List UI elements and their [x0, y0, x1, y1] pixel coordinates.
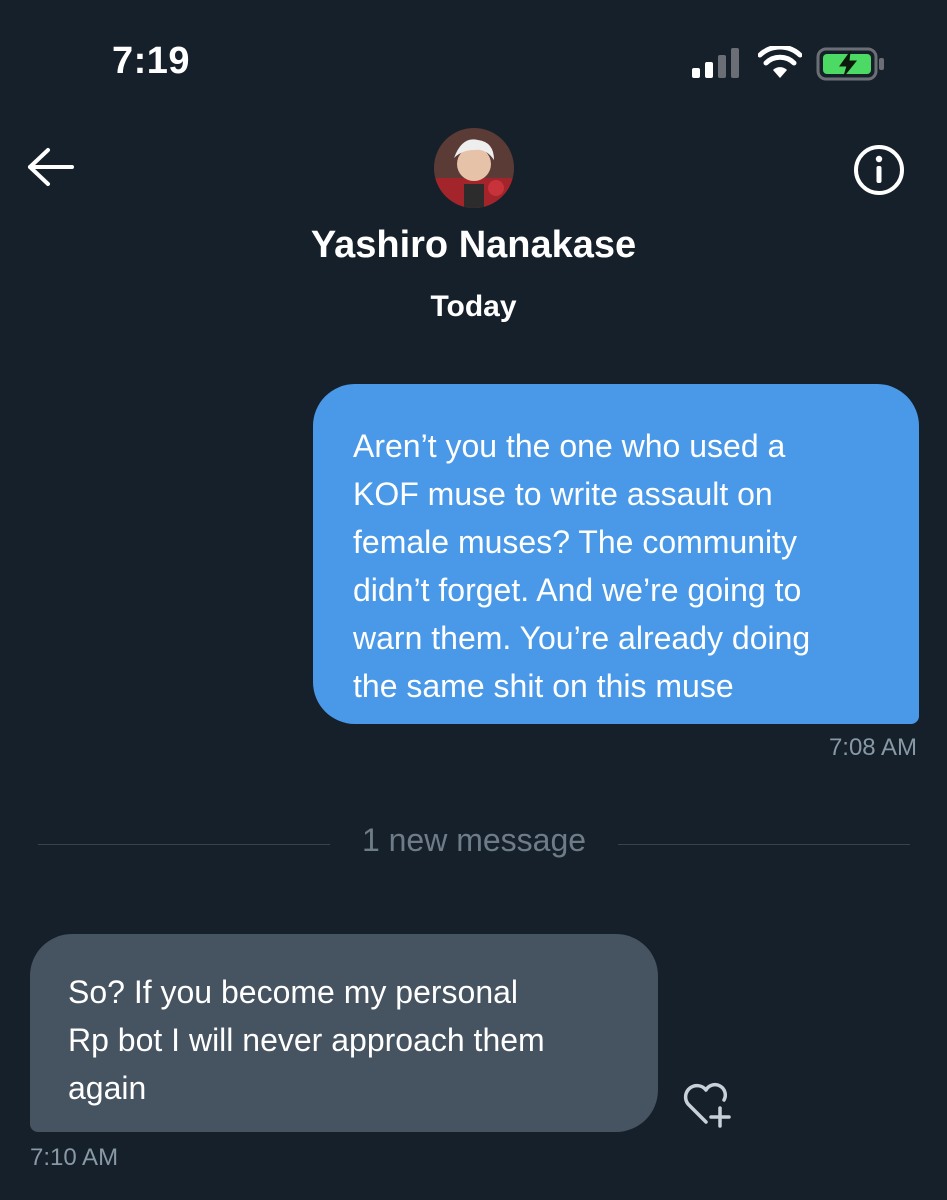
back-arrow-icon[interactable]	[24, 144, 76, 190]
received-message-bubble[interactable]: So? If you become my personal Rp bot I w…	[30, 934, 658, 1132]
received-message-timestamp: 7:10 AM	[30, 1144, 119, 1171]
info-icon[interactable]	[852, 143, 906, 197]
contact-name[interactable]: Yashiro Nanakase	[0, 224, 947, 267]
new-message-divider-label: 1 new message	[361, 822, 587, 858]
sent-message-bubble[interactable]: Aren’t you the one who used a KOF muse t…	[313, 384, 919, 724]
sent-message-timestamp: 7:08 AM	[828, 734, 917, 761]
cellular-signal-icon	[692, 48, 739, 78]
divider-line	[618, 844, 910, 845]
battery-charging-icon	[816, 47, 884, 81]
contact-avatar[interactable]	[434, 128, 514, 208]
dm-conversation-screen: 7:19 Yashiro Nanakase Today Aren’t you t…	[0, 0, 947, 1200]
status-time: 7:19	[112, 40, 191, 82]
divider-line	[38, 844, 330, 845]
received-message-text: So? If you become my personal Rp bot I w…	[68, 974, 545, 1106]
sent-message-text: Aren’t you the one who used a KOF muse t…	[353, 428, 811, 704]
avatar-image	[434, 128, 514, 208]
wifi-icon	[758, 46, 802, 78]
add-reaction-heart-icon[interactable]	[680, 1078, 734, 1128]
date-separator: Today	[430, 290, 517, 323]
